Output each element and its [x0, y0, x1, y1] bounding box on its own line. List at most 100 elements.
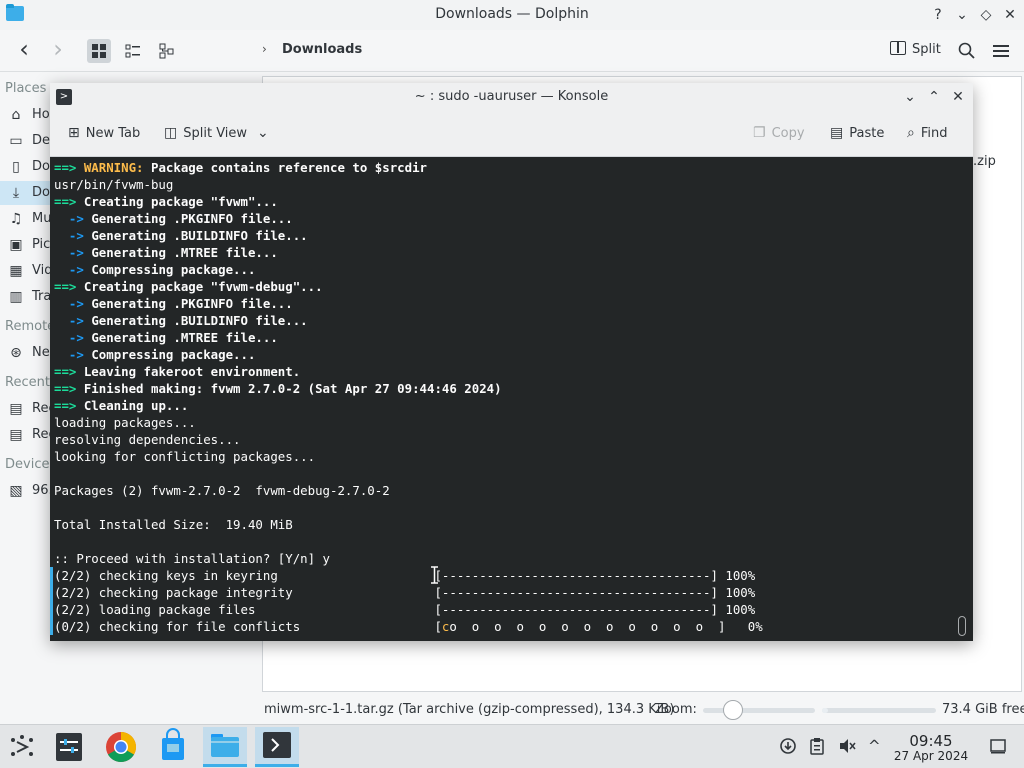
back-button[interactable]: ‹ — [12, 37, 36, 63]
terminal-line: looking for conflicting packages... — [54, 448, 315, 465]
place-label: Do — [32, 185, 50, 200]
split-button[interactable]: Split — [890, 41, 941, 57]
help-button[interactable]: ? — [927, 4, 949, 26]
clipboard-tray-icon[interactable] — [809, 737, 825, 759]
terminal-line-text: Generating .BUILDINFO file... — [91, 313, 308, 328]
remote-header: Remote — [5, 319, 50, 334]
terminal-scrollbar[interactable] — [958, 616, 966, 636]
minimize-button[interactable]: ⌄ — [951, 4, 973, 26]
system-settings-task[interactable] — [47, 727, 91, 767]
place-pictures[interactable]: ▣ Pic — [0, 233, 50, 257]
icons-view-button[interactable] — [87, 39, 111, 63]
terminal-line: Total Installed Size: 19.40 MiB — [54, 516, 293, 533]
terminal-line: ==> Leaving fakeroot environment. — [54, 363, 300, 380]
dolphin-titlebar[interactable]: Downloads — Dolphin ? ⌄ ◇ ✕ — [0, 0, 1024, 30]
recent-header: Recent — [5, 375, 50, 390]
place-videos[interactable]: ▦ Vid — [0, 259, 50, 283]
konsole-maximize-button[interactable]: ⌃ — [923, 86, 945, 108]
free-space-text: 73.4 GiB free — [942, 702, 1024, 717]
split-view-label: Split View — [183, 126, 248, 141]
breadcrumb-downloads[interactable]: Downloads — [282, 42, 362, 57]
chrome-icon — [106, 732, 137, 763]
place-label: Mu — [32, 211, 50, 226]
documents-icon: ▯ — [12, 159, 20, 175]
details-tree-icon — [159, 43, 174, 59]
new-tab-icon: ⊞ — [68, 125, 80, 141]
place-documents[interactable]: ▯ Do — [0, 155, 50, 179]
terminal-line: ==> Finished making: fvwm 2.7.0-2 (Sat A… — [54, 380, 502, 397]
terminal-arrow-prefix: ==> — [54, 364, 84, 379]
terminal-line: -> Generating .BUILDINFO file... — [54, 227, 308, 244]
place-network[interactable]: ⊛ Ne — [0, 341, 50, 365]
search-button[interactable] — [955, 39, 979, 63]
music-icon: ♫ — [9, 211, 23, 227]
terminal-arrow-prefix: -> — [54, 347, 92, 362]
terminal-warning-label: WARNING: — [83, 160, 144, 175]
terminal-line: ==> WARNING: Package contains reference … — [54, 159, 427, 176]
new-tab-button[interactable]: ⊞ New Tab — [68, 125, 140, 141]
details-view-button[interactable] — [155, 39, 179, 63]
terminal-progress-rest: o o o o o o o o o o o o ] 0% — [449, 619, 763, 634]
terminal-line: -> Generating .PKGINFO file... — [54, 295, 293, 312]
volume-tray-icon[interactable] — [838, 737, 856, 759]
place-desktop[interactable]: ▭ De — [0, 129, 50, 153]
updates-tray-icon[interactable] — [779, 737, 797, 759]
terminal-line-text: (0/2) checking for file conflicts [ — [54, 619, 442, 634]
terminal-output[interactable]: ==> WARNING: Package contains reference … — [50, 157, 973, 641]
place-trash[interactable]: ▥ Tra — [0, 285, 50, 309]
zoom-slider[interactable] — [703, 708, 815, 713]
application-launcher-button[interactable] — [0, 727, 44, 767]
terminal-line: Packages (2) fvwm-2.7.0-2 fvwm-debug-2.7… — [54, 482, 390, 499]
place-recent-files[interactable]: ▤ Rec — [0, 397, 50, 421]
updates-icon — [780, 738, 796, 754]
terminal-line: (2/2) checking keys in keyring [--------… — [54, 567, 755, 584]
terminal-line-text: Leaving fakeroot environment. — [83, 364, 301, 379]
forward-button[interactable]: › — [46, 37, 70, 63]
place-music[interactable]: ♫ Mu — [0, 207, 50, 231]
hamburger-menu-button[interactable] — [989, 39, 1013, 63]
paste-button[interactable]: ▤ Paste — [830, 125, 884, 141]
paste-icon: ▤ — [830, 125, 844, 141]
free-space-bar — [822, 708, 936, 713]
search-icon — [958, 42, 975, 59]
maximize-button[interactable]: ◇ — [975, 4, 997, 26]
chrome-task[interactable] — [99, 727, 143, 767]
close-button[interactable]: ✕ — [999, 4, 1021, 26]
network-icon: ⊛ — [10, 345, 22, 361]
clock-date[interactable]: 27 Apr 2024 — [890, 749, 972, 763]
place-downloads[interactable]: ⤓ Do — [0, 181, 50, 205]
terminal-line-text: looking for conflicting packages... — [54, 449, 316, 464]
terminal-line-text: Finished making: fvwm 2.7.0-2 (Sat Apr 2… — [83, 381, 502, 396]
place-drive[interactable]: ▧ 96. — [0, 479, 50, 503]
find-label: Find — [920, 126, 948, 141]
terminal-line-text: Compressing package... — [91, 262, 256, 277]
terminal-line: (2/2) loading package files [-----------… — [54, 601, 755, 618]
breadcrumb-chevron-icon: › — [262, 42, 267, 56]
dolphin-task[interactable] — [203, 727, 247, 767]
dolphin-window-title: Downloads — Dolphin — [435, 6, 589, 22]
konsole-window: > ~ : sudo -uauruser — Konsole ⌄ ⌃ ✕ ⊞ Ne… — [50, 83, 973, 641]
place-recent-locations[interactable]: ▤ Rec — [0, 423, 50, 447]
grid-icon — [92, 44, 106, 58]
downloads-icon: ⤓ — [12, 185, 20, 201]
clock-time[interactable]: 09:45 — [896, 732, 966, 750]
konsole-task[interactable] — [255, 727, 299, 767]
find-button[interactable]: ⌕ Find — [907, 125, 947, 141]
file-name-peek[interactable]: .zip — [973, 154, 996, 169]
compact-view-button[interactable] — [121, 39, 145, 63]
discover-task[interactable] — [151, 727, 195, 767]
split-view-button[interactable]: ◫ Split View ⌄ — [164, 125, 269, 141]
place-home[interactable]: ⌂ Ho — [0, 103, 50, 127]
show-hidden-icons-button[interactable]: ^ — [868, 737, 881, 755]
copy-button[interactable]: ❐ Copy — [753, 125, 805, 141]
terminal-line-text: usr/bin/fvwm-bug — [54, 177, 174, 192]
konsole-close-button[interactable]: ✕ — [947, 86, 969, 108]
place-label: Vid — [32, 263, 50, 278]
zoom-slider-handle[interactable] — [723, 700, 743, 720]
konsole-minimize-button[interactable]: ⌄ — [899, 86, 921, 108]
terminal-line: ==> Creating package "fvwm"... — [54, 193, 278, 210]
show-desktop-button[interactable] — [989, 737, 1007, 759]
konsole-toolbar: ⊞ New Tab ◫ Split View ⌄ ❐ Copy ▤ Paste ⌕ Find — [50, 111, 973, 157]
konsole-titlebar[interactable]: > ~ : sudo -uauruser — Konsole ⌄ ⌃ ✕ — [50, 83, 973, 111]
terminal-arrow-prefix: -> — [54, 245, 92, 260]
